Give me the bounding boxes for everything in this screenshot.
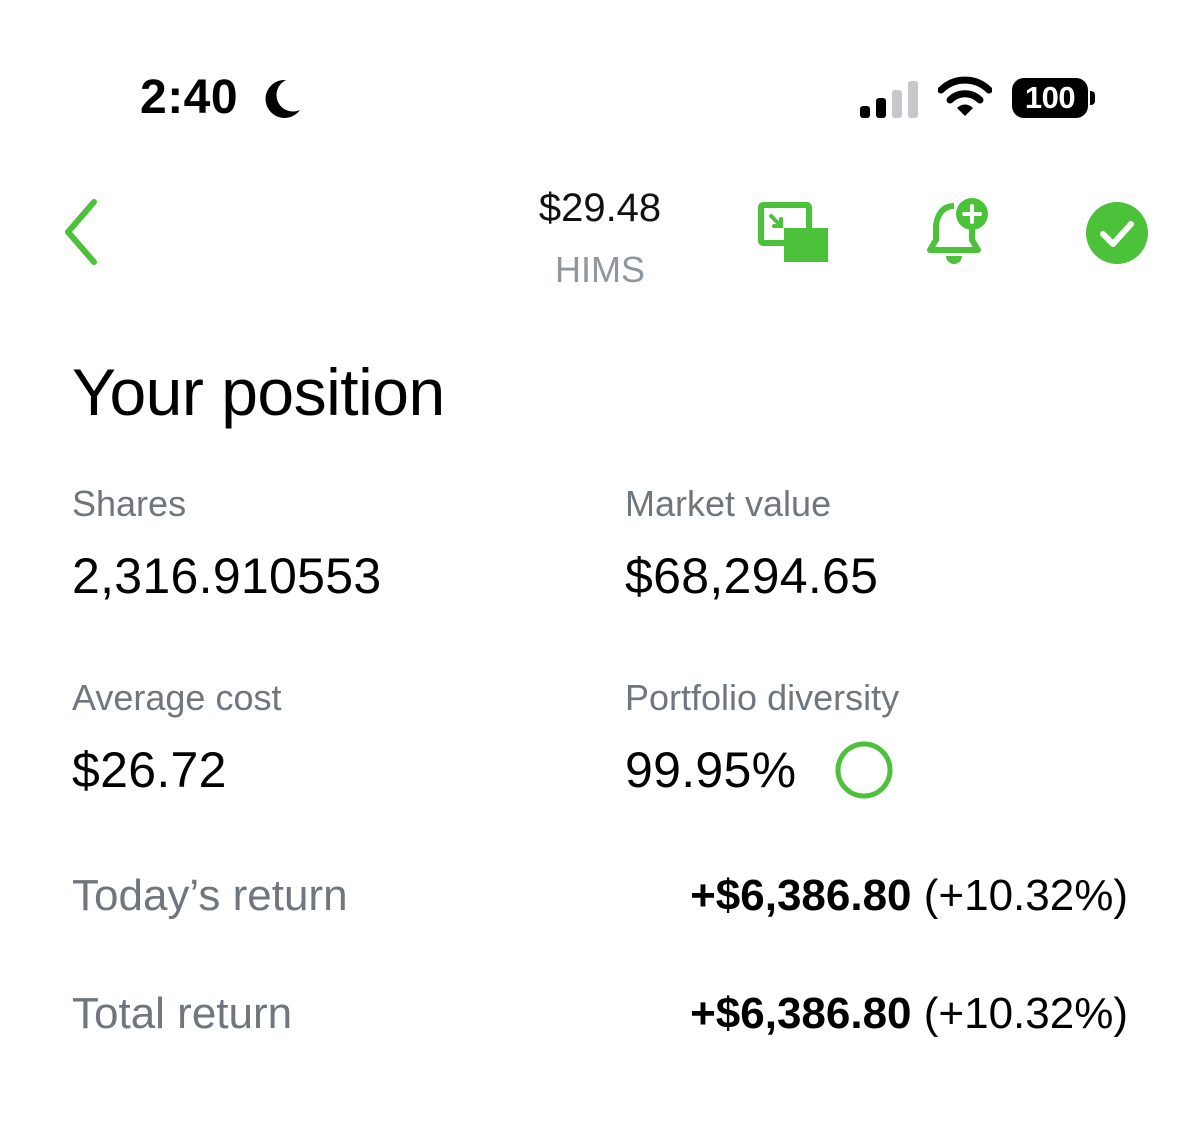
portfolio-diversity-value[interactable]: 99.95% [625, 740, 796, 800]
cellular-signal-icon [860, 81, 918, 118]
check-circle-icon [1086, 202, 1148, 264]
todays-return-label: Today’s return [72, 871, 348, 920]
market-value-label: Market value [625, 483, 832, 524]
moon-icon [265, 79, 300, 118]
battery-icon: 100 [1012, 78, 1095, 118]
todays-return-value: +$6,386.80 (+10.32%) [690, 866, 1128, 926]
todays-return-percent: (+10.32%) [911, 871, 1128, 920]
picture-in-picture-button[interactable] [756, 198, 832, 268]
total-return-amount: +$6,386.80 [690, 989, 912, 1038]
portfolio-diversity-ring[interactable] [834, 740, 894, 800]
add-alert-button[interactable] [924, 196, 994, 268]
in-watchlist-button[interactable] [1084, 200, 1150, 266]
average-cost-value: $26.72 [72, 742, 227, 798]
battery-level: 100 [1012, 78, 1088, 118]
picture-in-picture-icon [758, 202, 828, 262]
market-value: $68,294.65 [625, 548, 879, 604]
bell-plus-icon [927, 198, 988, 264]
nav-bar: $29.48 HIMS [0, 160, 1200, 310]
header-price: $29.48 [538, 186, 662, 230]
back-button[interactable] [52, 194, 112, 270]
total-return-row: Total return +$6,386.80 (+10.32%) [72, 984, 1128, 1044]
chevron-left-icon [65, 199, 97, 265]
portfolio-diversity-label: Portfolio diversity [625, 677, 900, 718]
total-return-percent: (+10.32%) [911, 989, 1128, 1038]
todays-return-row: Today’s return +$6,386.80 (+10.32%) [72, 866, 1128, 926]
portfolio-diversity-arc [835, 741, 893, 799]
average-cost-label: Average cost [72, 677, 282, 718]
battery-cap [1090, 91, 1095, 105]
header-ticker: HIMS [555, 249, 645, 290]
wifi-icon [938, 76, 992, 116]
section-title: Your position [72, 355, 445, 429]
status-bar: 2:40 100 [0, 0, 1200, 150]
total-return-value: +$6,386.80 (+10.32%) [690, 984, 1128, 1044]
shares-value: 2,316.910553 [72, 548, 382, 604]
shares-label: Shares [72, 483, 187, 524]
todays-return-amount: +$6,386.80 [690, 871, 912, 920]
status-time: 2:40 [140, 71, 239, 124]
total-return-label: Total return [72, 989, 293, 1038]
